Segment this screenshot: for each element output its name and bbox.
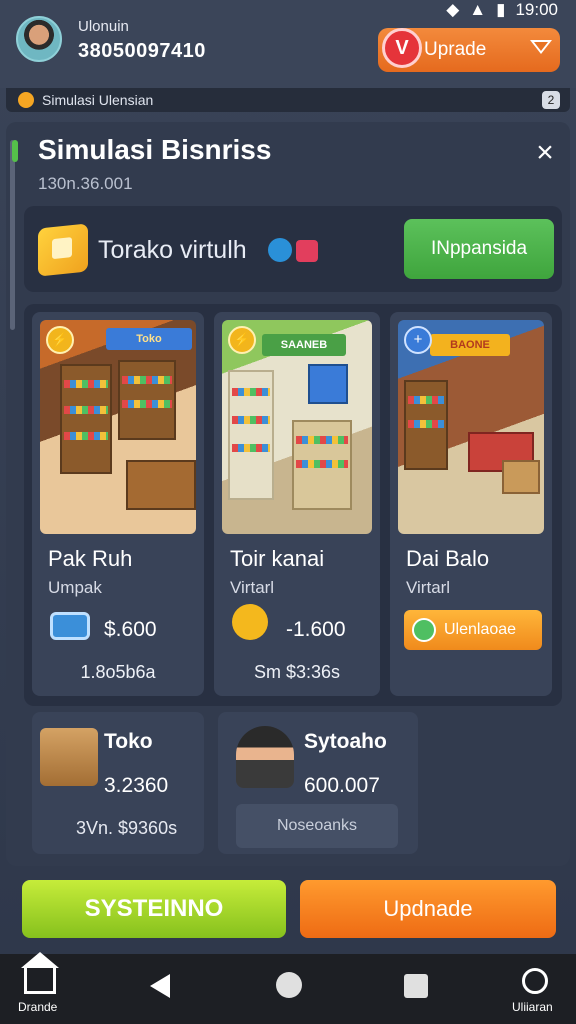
signal-icon: ▲ (469, 0, 487, 19)
box-icon (40, 728, 98, 786)
card-title: Toir kanai (230, 546, 325, 571)
status-bar: ◆ ▲ ▮ 19:00 (446, 0, 558, 20)
goods (296, 436, 348, 444)
goods (64, 406, 108, 414)
goods (232, 416, 270, 424)
location-icon[interactable] (522, 968, 548, 994)
home-circle-icon[interactable] (276, 972, 302, 998)
card-title: Dai Balo (406, 546, 490, 571)
mini-title: Sytoaho (304, 730, 387, 753)
card-title: Pak Ruh (48, 546, 133, 571)
user-name: Ulonuin (78, 18, 129, 35)
feature-label: Torako virtulh (98, 236, 247, 264)
mini-card[interactable]: Toko 3.2360 3Vn. $9360s (32, 712, 204, 854)
coin-icon: ⚡ (228, 326, 256, 354)
goods (408, 420, 444, 428)
primary-button[interactable]: SYSTEINNO (22, 880, 286, 938)
counter (126, 460, 196, 510)
panel-title: Simulasi Bisnriss (38, 134, 272, 165)
goods (64, 380, 108, 388)
clock: 19:00 (515, 0, 558, 19)
plus-icon: + (404, 326, 432, 354)
user-id: 38050097410 (78, 40, 206, 62)
recents-icon[interactable] (404, 974, 428, 998)
close-icon[interactable]: × (532, 138, 558, 168)
globe-icon (268, 238, 292, 262)
card-subtitle: Virtarl (230, 578, 275, 597)
shop-image: SAANEB ⚡ (222, 320, 372, 534)
goods (296, 460, 348, 468)
mini-value: 3.2360 (104, 774, 169, 797)
goods (232, 388, 270, 396)
goods (64, 432, 108, 440)
card-subtitle: Virtarl (406, 578, 451, 597)
battery-icon: ▮ (496, 0, 506, 19)
feature-button[interactable]: INppansida (404, 219, 554, 279)
crate (502, 460, 540, 494)
goods (408, 396, 444, 404)
wifi-icon: ◆ (446, 0, 460, 19)
notice-count-badge: 2 (542, 91, 560, 109)
screen (308, 364, 348, 404)
card-footer: 1.8o5b6a (80, 662, 156, 682)
scrollbar[interactable] (10, 140, 15, 330)
check-icon (412, 618, 436, 642)
unlock-button[interactable]: Ulenlaoae (404, 610, 542, 650)
notice-icon (18, 92, 34, 108)
shop-card[interactable]: Toko ⚡ Pak Ruh Umpak $.600 1.8o5b6a (32, 312, 204, 696)
cube-icon (38, 223, 88, 277)
upgrade-button[interactable]: Updnade (300, 880, 556, 938)
shop-card[interactable]: BAONE + Dai Balo Virtarl Ulenlaoae (390, 312, 552, 696)
mini-value: 600.007 (304, 774, 380, 797)
shop-card[interactable]: SAANEB ⚡ Toir kanai Virtarl -1.600 Sm $3… (214, 312, 380, 696)
scrollbar-thumb[interactable] (12, 140, 18, 162)
tag-icon (296, 240, 318, 262)
upgrade-label: Uprade (424, 39, 487, 60)
nav-left-label: Drande (18, 1000, 58, 1014)
mini-title: Toko (104, 730, 153, 753)
card-price: -1.600 (286, 618, 346, 641)
avatar[interactable] (16, 16, 62, 62)
shop-sign: Toko (106, 328, 192, 350)
shop-image: Toko ⚡ (40, 320, 196, 534)
card-subtitle: Umpak (48, 578, 102, 597)
bear-icon (232, 604, 268, 640)
card-footer: Sm $3:36s (253, 662, 341, 682)
card-price: $.600 (104, 618, 157, 641)
cash-icon (50, 612, 90, 640)
goods (232, 444, 270, 452)
upgrade-badge-icon: V (382, 28, 422, 68)
coin-icon: ⚡ (46, 326, 74, 354)
shop-sign: SAANEB (262, 334, 346, 356)
goods (122, 376, 172, 384)
character-icon (236, 726, 294, 788)
shop-sign: BAONE (430, 334, 510, 356)
notice-bar[interactable]: Simulasi Ulensian 2 (6, 88, 570, 112)
text-field[interactable]: Noseoanks (236, 804, 398, 848)
app-screen: ◆ ▲ ▮ 19:00 Ulonuin 38050097410 Uprade V… (0, 0, 576, 1024)
mini-footer: 3Vn. $9360s (76, 818, 178, 838)
nav-right-label: Uliiaran (512, 1000, 553, 1014)
shop-image: BAONE + (398, 320, 544, 534)
unlock-label: Ulenlaoae (444, 621, 517, 638)
panel-subtitle: 130n.36.001 (38, 174, 133, 193)
goods (122, 400, 172, 408)
chevron-down-icon[interactable] (530, 40, 552, 54)
notice-text: Simulasi Ulensian (42, 92, 154, 108)
back-icon[interactable] (150, 974, 170, 998)
home-icon[interactable] (21, 952, 59, 994)
